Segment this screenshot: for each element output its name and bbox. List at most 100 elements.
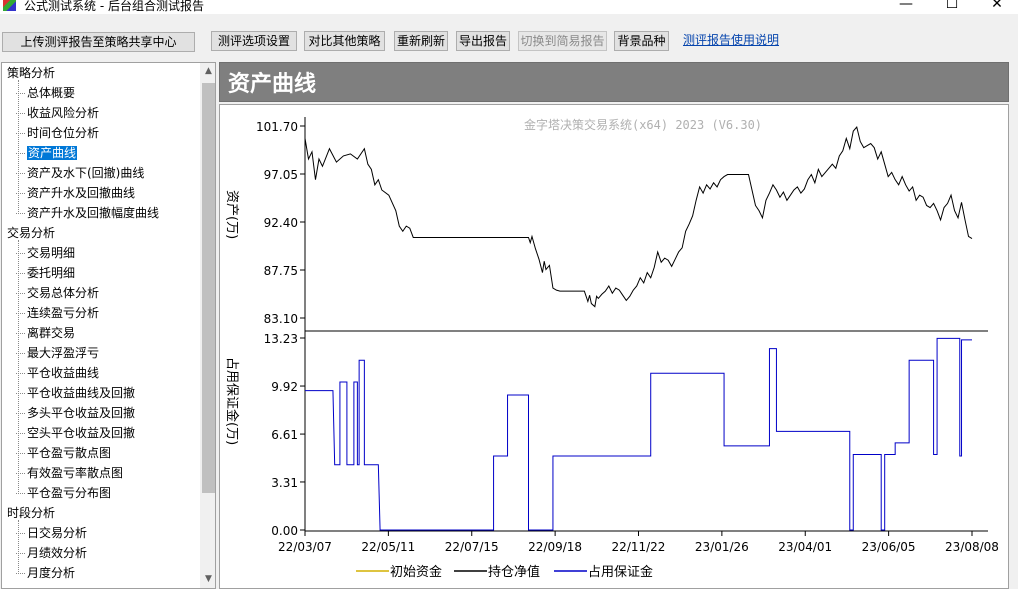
tree-item[interactable]: 月绩效分析 [16, 544, 87, 563]
close-button[interactable]: ✕ [987, 0, 1007, 12]
y-tick-label: 6.61 [271, 428, 298, 442]
tree-item-label: 平仓盈亏分布图 [27, 486, 112, 500]
tree-item-label: 交易明细 [27, 246, 76, 260]
legend-label: 持仓净值 [488, 564, 540, 580]
export-report-button[interactable]: 导出报告 [456, 31, 510, 51]
y-tick-label: 83.10 [264, 312, 298, 326]
y-tick-label: 0.00 [271, 524, 298, 538]
tree-item[interactable]: 离群交易 [16, 324, 75, 343]
tree-item-label: 平仓收益曲线及回撤 [27, 386, 136, 400]
tree-item-label: 月绩效分析 [27, 546, 88, 560]
tree-item-label: 空头平仓收益及回撤 [27, 426, 136, 440]
tree-item-label: 资产及水下(回撤)曲线 [27, 166, 145, 180]
tree-item[interactable]: 多头平仓收益及回撤 [16, 404, 135, 423]
tree-item-label: 连续盈亏分析 [27, 306, 100, 320]
tree-item-label: 有效盈亏率散点图 [27, 466, 124, 480]
report-main: 资产曲线 金字塔决策交易系统(x64) 2023 (V6.30) 101.70 97… [219, 62, 1010, 589]
section-header: 资产曲线 [219, 62, 1009, 102]
tree-item[interactable]: 资产升水及回撤曲线 [16, 184, 135, 203]
y-tick-label: 87.75 [264, 264, 298, 278]
x-tick-label: 22/09/18 [528, 540, 582, 554]
tree-group-2[interactable]: 时段分析 [7, 504, 55, 523]
help-link[interactable]: 测评报告使用说明 [683, 31, 779, 48]
tree-item[interactable]: 日交易分析 [16, 524, 87, 543]
tree-item[interactable]: 收益风险分析 [16, 104, 99, 123]
tree-item[interactable]: 平仓收益曲线 [16, 364, 99, 383]
tree-item[interactable]: 平仓收益曲线及回撤 [16, 384, 135, 403]
upload-report-button[interactable]: 上传测评报告至策略共享中心 [2, 32, 195, 52]
tree-item-label: 多头平仓收益及回撤 [27, 406, 136, 420]
compare-strategy-button[interactable]: 对比其他策略 [304, 31, 385, 51]
y-tick-label: 101.70 [256, 120, 298, 134]
chart-title: 金字塔决策交易系统(x64) 2023 (V6.30) [524, 117, 762, 132]
tree-item-label: 收益风险分析 [27, 106, 100, 120]
x-tick-label: 23/04/01 [778, 540, 832, 554]
x-tick-label: 23/01/26 [695, 540, 749, 554]
y-axis-title-bottom: 占用保证金(万) [224, 357, 240, 445]
net-value-line [304, 125, 973, 308]
scroll-down-icon[interactable]: ▼ [200, 571, 215, 588]
tree-item[interactable]: 平仓盈亏分布图 [16, 484, 111, 503]
tree-item-label: 资产升水及回撤幅度曲线 [27, 206, 160, 220]
x-tick-label: 22/03/07 [278, 540, 332, 554]
tree-item-label: 资产升水及回撤曲线 [27, 186, 136, 200]
legend-label: 占用保证金 [588, 564, 653, 580]
tree-item-label: 平仓盈亏散点图 [27, 446, 112, 460]
tree-item[interactable]: 交易明细 [16, 244, 75, 263]
vertical-scrollbar[interactable]: ▲ ▼ [200, 63, 215, 588]
app-icon [3, 0, 16, 11]
window-title: 公式测试系统 - 后台组合测试报告 [24, 0, 204, 13]
scrollbar-thumb[interactable] [202, 83, 215, 493]
tree-item-label: 月度分析 [27, 566, 76, 580]
tree-item[interactable]: 资产升水及回撤幅度曲线 [16, 204, 159, 223]
tree-item[interactable]: 委托明细 [16, 264, 75, 283]
tree-item-label: 平仓收益曲线 [27, 366, 100, 380]
tree-item[interactable]: 资产曲线 [16, 144, 78, 163]
background-symbol-button[interactable]: 背景品种 [614, 31, 669, 51]
tree-item[interactable]: 交易总体分析 [16, 284, 99, 303]
tree-item[interactable]: 最大浮盈浮亏 [16, 344, 99, 363]
y-tick-label: 3.31 [271, 476, 298, 490]
y-tick-label: 9.92 [271, 380, 298, 394]
tree-item-label: 时间仓位分析 [27, 126, 100, 140]
legend-label: 初始资金 [390, 564, 442, 580]
maximize-button[interactable]: ☐ [942, 0, 962, 12]
tree-item[interactable]: 空头平仓收益及回撤 [16, 424, 135, 443]
scroll-up-icon[interactable]: ▲ [200, 63, 215, 80]
minimize-button[interactable]: — [896, 0, 916, 12]
tree-item[interactable]: 有效盈亏率散点图 [16, 464, 123, 483]
x-tick-label: 23/08/08 [945, 540, 999, 554]
x-tick-label: 22/11/22 [612, 540, 666, 554]
tree-item[interactable]: 资产及水下(回撤)曲线 [16, 164, 144, 183]
toolbar: 上传测评报告至策略共享中心 测评选项设置 对比其他策略 重新刷新 导出报告 切换… [0, 14, 1018, 62]
margin-line [305, 337, 972, 531]
y-tick-label: 92.40 [264, 216, 298, 230]
y-tick-label: 97.05 [264, 168, 298, 182]
tree-connector [18, 240, 19, 494]
tree-item[interactable]: 连续盈亏分析 [16, 304, 99, 323]
tree-group-1[interactable]: 交易分析 [7, 224, 55, 243]
tree-item[interactable]: 平仓盈亏散点图 [16, 444, 111, 463]
switch-simple-report-button[interactable]: 切换到简易报告 [518, 31, 607, 51]
x-tick-label: 23/06/05 [862, 540, 916, 554]
x-tick-label: 22/05/11 [361, 540, 415, 554]
section-title: 资产曲线 [228, 72, 317, 97]
tree-item-label: 日交易分析 [27, 526, 88, 540]
x-tick-label: 22/07/15 [445, 540, 499, 554]
tree-connector [18, 80, 19, 214]
tree-item-label: 交易总体分析 [27, 286, 100, 300]
tree-item-label: 最大浮盈浮亏 [27, 346, 100, 360]
refresh-button[interactable]: 重新刷新 [394, 31, 448, 51]
tree-item-label: 委托明细 [27, 266, 76, 280]
tree-item[interactable]: 总体概要 [16, 84, 75, 103]
tree-item[interactable]: 月度分析 [16, 564, 75, 583]
test-options-button[interactable]: 测评选项设置 [211, 31, 297, 51]
y-axis-title-top: 资产(万) [224, 190, 239, 239]
chart-panel: 金字塔决策交易系统(x64) 2023 (V6.30) 101.70 97.05 92… [219, 104, 1009, 589]
tree-item-label: 资产曲线 [27, 146, 78, 160]
tree-group-0[interactable]: 策略分析 [7, 64, 55, 83]
equity-chart: 金字塔决策交易系统(x64) 2023 (V6.30) 101.70 97.05 92… [224, 117, 999, 580]
tree-item-label: 离群交易 [27, 326, 76, 340]
tree-item[interactable]: 时间仓位分析 [16, 124, 99, 143]
tree-connector [18, 520, 19, 574]
